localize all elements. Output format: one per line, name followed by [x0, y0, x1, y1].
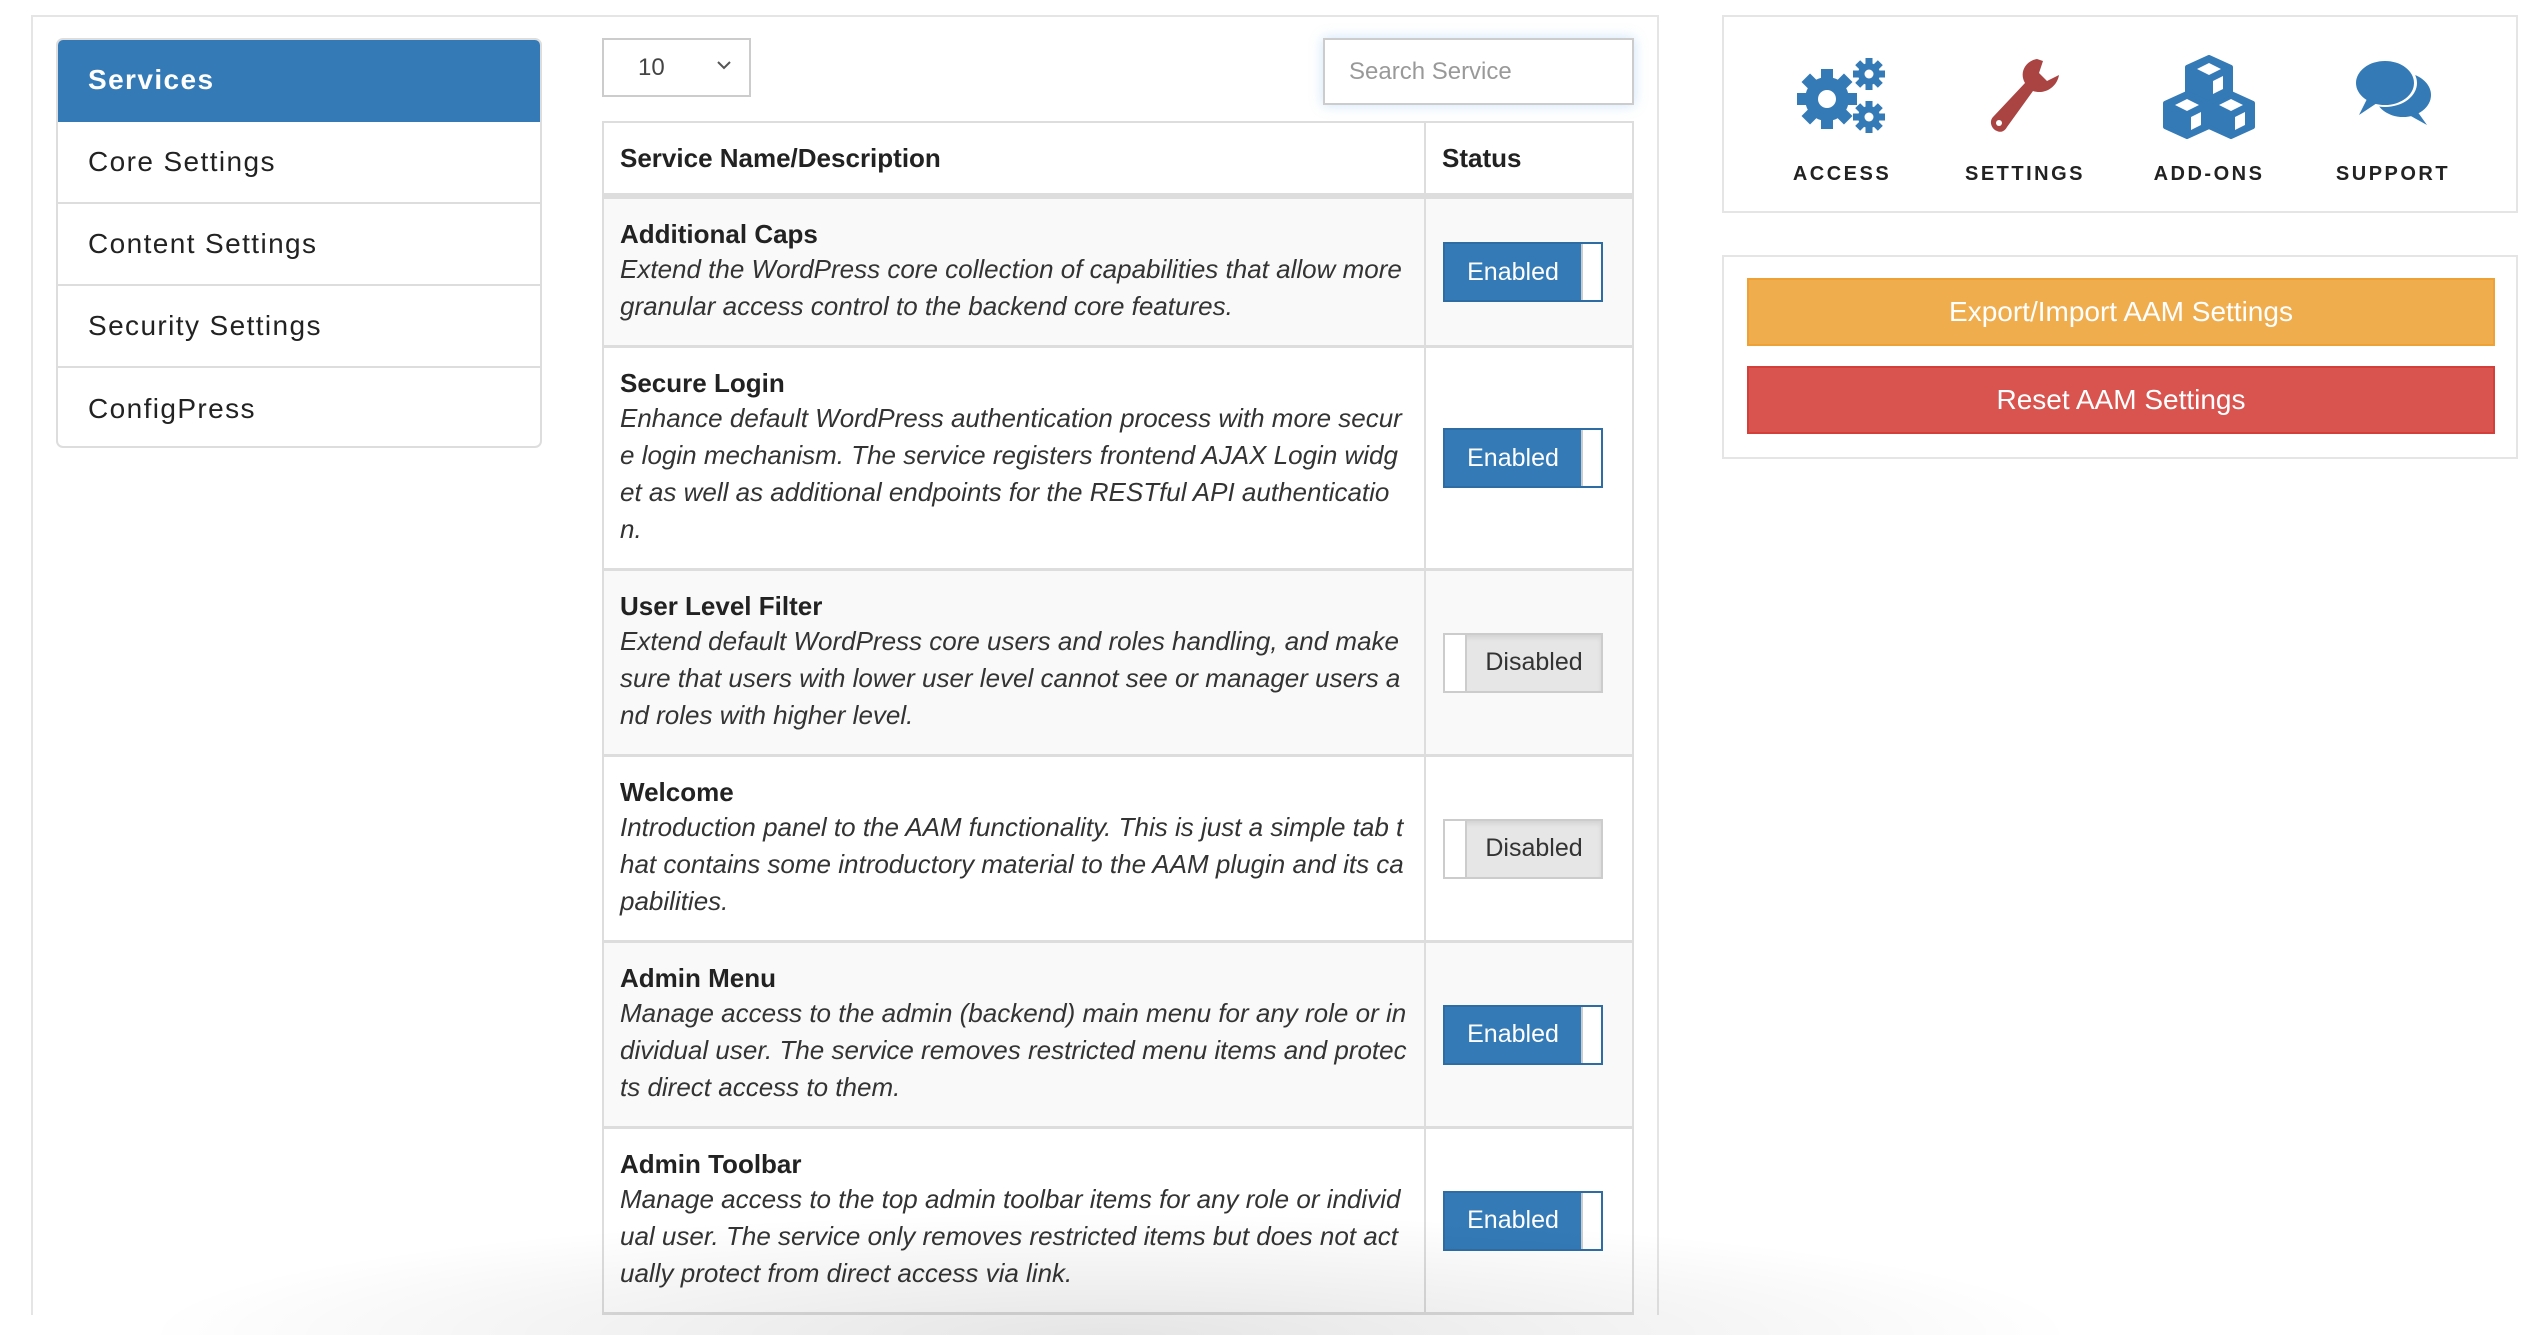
nav-support[interactable]: SUPPORT: [2303, 17, 2483, 207]
service-title: Welcome: [620, 777, 734, 807]
service-title: Secure Login: [620, 368, 785, 398]
nav-access-label: ACCESS: [1792, 163, 1892, 185]
sidebar-item-label: Services: [88, 64, 215, 95]
sidebar-item-core-settings[interactable]: Core Settings: [58, 122, 540, 204]
page-size-select[interactable]: 10: [602, 38, 751, 97]
toggle-label: Enabled: [1467, 1020, 1559, 1048]
toggle-handle: [1445, 820, 1467, 877]
toggle-handle: [1581, 1192, 1601, 1249]
cubes-icon: [2163, 55, 2255, 139]
service-status-toggle[interactable]: Enabled: [1443, 428, 1603, 488]
table-row: User Level Filter Extend default WordPres…: [604, 571, 1632, 757]
settings-sidebar-nav: Services Core Settings Content Settings …: [56, 38, 542, 448]
toggle-label: Disabled: [1485, 648, 1583, 676]
table-row: Welcome Introduction panel to the AAM fun…: [604, 757, 1632, 943]
sidebar-item-label: Security Settings: [88, 310, 322, 341]
service-status-cell: Enabled: [1426, 943, 1632, 1126]
sidebar-item-label: Core Settings: [88, 146, 276, 177]
nav-support-label: SUPPORT: [2335, 163, 2451, 185]
reset-settings-button[interactable]: Reset AAM Settings: [1747, 366, 2495, 434]
service-status-toggle[interactable]: Enabled: [1443, 1004, 1603, 1065]
gears-icon: [1797, 58, 1885, 133]
service-name-cell: Welcome Introduction panel to the AAM fun…: [604, 757, 1426, 940]
toggle-handle: [1581, 430, 1601, 486]
service-status-toggle[interactable]: Disabled: [1443, 818, 1603, 879]
service-title: Additional Caps: [620, 219, 818, 249]
toggle-label: Enabled: [1467, 443, 1559, 472]
nav-settings[interactable]: SETTINGS: [1935, 17, 2115, 207]
toggle-label: Enabled: [1467, 257, 1559, 286]
service-name-cell: Admin Menu Manage access to the admin (ba…: [604, 943, 1426, 1126]
service-name-cell: Admin Toolbar Manage access to the top ad…: [604, 1129, 1426, 1312]
service-description: Enhance default WordPress authentication…: [620, 403, 1402, 544]
column-header-status[interactable]: Status: [1426, 123, 1632, 193]
table-row: Additional Caps Extend the WordPress core…: [604, 199, 1632, 348]
sidebar-item-configpress[interactable]: ConfigPress: [58, 368, 540, 446]
service-name-cell: Secure Login Enhance default WordPress au…: [604, 348, 1426, 568]
service-title: User Level Filter: [620, 591, 823, 621]
sidebar-item-label: Content Settings: [88, 228, 318, 259]
service-description: Extend default WordPress core users and …: [620, 626, 1401, 730]
service-status-toggle[interactable]: Disabled: [1443, 632, 1603, 693]
sidebar-item-content-settings[interactable]: Content Settings: [58, 204, 540, 286]
service-status-cell: Disabled: [1426, 757, 1632, 940]
service-title: Admin Toolbar: [620, 1149, 802, 1179]
nav-add-ons-label: ADD-ONS: [2153, 163, 2265, 185]
service-status-cell: Disabled: [1426, 571, 1632, 754]
settings-actions-panel: Export/Import AAM Settings Reset AAM Set…: [1722, 255, 2518, 459]
export-import-settings-button[interactable]: Export/Import AAM Settings: [1747, 278, 2495, 346]
top-nav-panel: ACCESS SETTINGS ADD-ONS SUPPORT: [1722, 15, 2518, 213]
service-status-toggle[interactable]: Enabled: [1443, 242, 1603, 302]
chevron-down-icon: [717, 61, 731, 70]
services-table: Service Name/Description Status Addition…: [602, 121, 1634, 1315]
table-header: Service Name/Description Status: [604, 123, 1632, 199]
service-description: Extend the WordPress core collection of …: [620, 254, 1402, 321]
table-row: Secure Login Enhance default WordPress au…: [604, 348, 1632, 571]
column-header-name[interactable]: Service Name/Description: [604, 123, 1426, 193]
page-size-value: 10: [638, 53, 665, 81]
service-description: Manage access to the top admin toolbar i…: [620, 1184, 1401, 1288]
toggle-handle: [1445, 634, 1467, 691]
service-title: Admin Menu: [620, 963, 776, 993]
service-name-cell: Additional Caps Extend the WordPress core…: [604, 199, 1426, 345]
service-description: Manage access to the admin (backend) mai…: [620, 998, 1407, 1102]
chat-bubbles-icon: [2353, 59, 2431, 125]
toggle-label: Enabled: [1467, 1206, 1559, 1234]
service-status-cell: Enabled: [1426, 348, 1632, 568]
service-status-cell: Enabled: [1426, 199, 1632, 345]
search-service-input[interactable]: [1323, 38, 1634, 105]
sidebar-item-services[interactable]: Services: [58, 40, 540, 122]
toggle-label: Disabled: [1485, 834, 1583, 862]
sidebar-item-security-settings[interactable]: Security Settings: [58, 286, 540, 368]
toggle-handle: [1581, 244, 1601, 300]
toggle-handle: [1581, 1006, 1601, 1063]
wrench-icon: [1990, 59, 2059, 132]
service-status-cell: Enabled: [1426, 1129, 1632, 1312]
sidebar-item-label: ConfigPress: [88, 393, 256, 424]
table-row: Admin Toolbar Manage access to the top ad…: [604, 1129, 1632, 1315]
service-status-toggle[interactable]: Enabled: [1443, 1190, 1603, 1251]
table-row: Admin Menu Manage access to the admin (ba…: [604, 943, 1632, 1129]
nav-access[interactable]: ACCESS: [1752, 17, 1932, 207]
nav-settings-label: SETTINGS: [1964, 163, 2085, 185]
service-description: Introduction panel to the AAM functional…: [620, 812, 1404, 916]
service-name-cell: User Level Filter Extend default WordPres…: [604, 571, 1426, 754]
nav-add-ons[interactable]: ADD-ONS: [2119, 17, 2299, 207]
